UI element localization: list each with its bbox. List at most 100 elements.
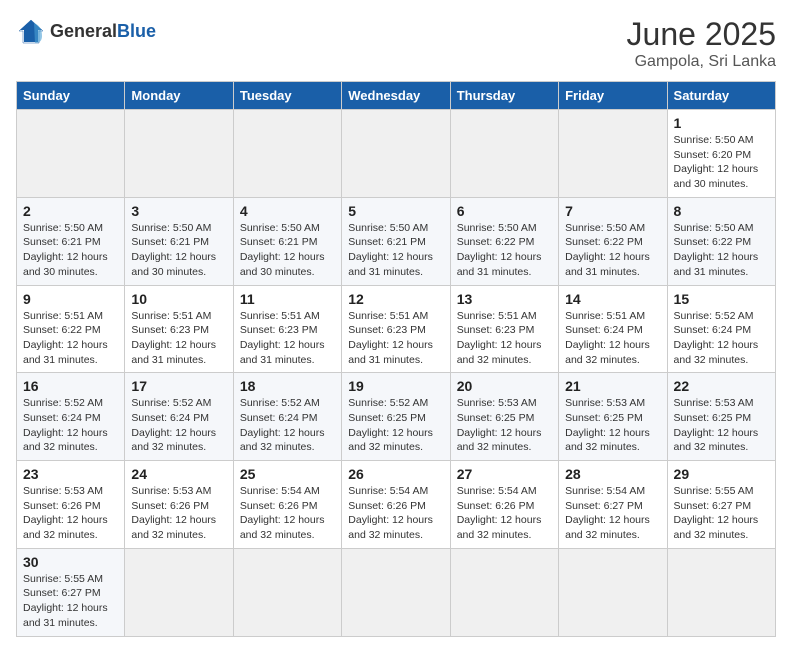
day-header-monday: Monday [125,82,233,110]
calendar-cell: 13 Sunrise: 5:51 AMSunset: 6:23 PMDayligh… [450,285,558,373]
calendar-cell: 4Sunrise: 5:50 AMSunset: 6:21 PMDaylight… [233,197,341,285]
calendar-cell [667,548,775,636]
day-info: Sunrise: 5:53 AMSunset: 6:25 PMDaylight:… [457,396,552,455]
day-info: Sunrise: 5:54 AMSunset: 6:27 PMDaylight:… [565,484,660,543]
logo-blue: Blue [117,21,156,41]
day-info: Sunrise: 5:54 AMSunset: 6:26 PMDaylight:… [348,484,443,543]
day-info: Sunrise: 5:53 AMSunset: 6:26 PMDaylight:… [23,484,118,543]
calendar-cell: 12 Sunrise: 5:51 AMSunset: 6:23 PMDayligh… [342,285,450,373]
day-number: 25 [240,466,335,482]
day-number: 19 [348,378,443,394]
day-header-friday: Friday [559,82,667,110]
calendar-cell [233,110,341,198]
day-number: 15 [674,291,769,307]
day-header-sunday: Sunday [17,82,125,110]
calendar-cell [125,110,233,198]
day-number: 18 [240,378,335,394]
calendar-cell: 9 Sunrise: 5:51 AMSunset: 6:22 PMDaylight… [17,285,125,373]
calendar-cell [342,548,450,636]
day-number: 12 [348,291,443,307]
calendar-cell: 19Sunrise: 5:52 AMSunset: 6:25 PMDayligh… [342,373,450,461]
day-header-saturday: Saturday [667,82,775,110]
calendar-week-row: 2 Sunrise: 5:50 AMSunset: 6:21 PMDaylight… [17,197,776,285]
calendar-cell: 23 Sunrise: 5:53 AMSunset: 6:26 PMDayligh… [17,461,125,549]
calendar-cell: 15 Sunrise: 5:52 AMSunset: 6:24 PMDayligh… [667,285,775,373]
calendar-cell [559,110,667,198]
page-header: GeneralBlue June 2025 Gampola, Sri Lanka [16,16,776,71]
day-number: 20 [457,378,552,394]
day-info: Sunrise: 5:50 AMSunset: 6:22 PMDaylight:… [565,221,660,280]
day-info: Sunrise: 5:54 AMSunset: 6:26 PMDaylight:… [457,484,552,543]
calendar-cell: 7 Sunrise: 5:50 AMSunset: 6:22 PMDaylight… [559,197,667,285]
calendar-cell [125,548,233,636]
day-number: 28 [565,466,660,482]
day-info: Sunrise: 5:52 AMSunset: 6:24 PMDaylight:… [240,396,335,455]
title-area: June 2025 Gampola, Sri Lanka [627,16,776,71]
day-number: 3 [131,203,226,219]
calendar-cell: 26 Sunrise: 5:54 AMSunset: 6:26 PMDayligh… [342,461,450,549]
calendar-cell: 8 Sunrise: 5:50 AMSunset: 6:22 PMDaylight… [667,197,775,285]
day-number: 21 [565,378,660,394]
calendar-week-row: 16Sunrise: 5:52 AMSunset: 6:24 PMDayligh… [17,373,776,461]
day-info: Sunrise: 5:53 AMSunset: 6:26 PMDaylight:… [131,484,226,543]
calendar-cell: 14Sunrise: 5:51 AMSunset: 6:24 PMDayligh… [559,285,667,373]
day-info: Sunrise: 5:50 AMSunset: 6:21 PMDaylight:… [131,221,226,280]
day-info: Sunrise: 5:52 AMSunset: 6:24 PMDaylight:… [23,396,118,455]
day-info: Sunrise: 5:53 AMSunset: 6:25 PMDaylight:… [674,396,769,455]
day-info: Sunrise: 5:51 AMSunset: 6:23 PMDaylight:… [457,309,552,368]
calendar-cell: 30 Sunrise: 5:55 AMSunset: 6:27 PMDayligh… [17,548,125,636]
calendar-week-row: 1 Sunrise: 5:50 AMSunset: 6:20 PMDaylight… [17,110,776,198]
calendar-cell: 2 Sunrise: 5:50 AMSunset: 6:21 PMDaylight… [17,197,125,285]
day-info: Sunrise: 5:52 AMSunset: 6:24 PMDaylight:… [674,309,769,368]
day-info: Sunrise: 5:50 AMSunset: 6:22 PMDaylight:… [674,221,769,280]
calendar-cell: 3 Sunrise: 5:50 AMSunset: 6:21 PMDaylight… [125,197,233,285]
calendar-cell [559,548,667,636]
calendar-cell: 16Sunrise: 5:52 AMSunset: 6:24 PMDayligh… [17,373,125,461]
day-number: 29 [674,466,769,482]
calendar-cell: 17Sunrise: 5:52 AMSunset: 6:24 PMDayligh… [125,373,233,461]
calendar-cell: 6 Sunrise: 5:50 AMSunset: 6:22 PMDaylight… [450,197,558,285]
day-info: Sunrise: 5:51 AMSunset: 6:22 PMDaylight:… [23,309,118,368]
day-number: 13 [457,291,552,307]
day-info: Sunrise: 5:54 AMSunset: 6:26 PMDaylight:… [240,484,335,543]
day-number: 5 [348,203,443,219]
logo-general: General [50,21,117,41]
day-number: 6 [457,203,552,219]
logo-wordmark: GeneralBlue [50,21,156,42]
day-number: 14 [565,291,660,307]
day-number: 26 [348,466,443,482]
day-number: 9 [23,291,118,307]
day-number: 2 [23,203,118,219]
calendar-cell: 18 Sunrise: 5:52 AMSunset: 6:24 PMDayligh… [233,373,341,461]
day-number: 30 [23,554,118,570]
calendar-cell [342,110,450,198]
calendar-cell: 29 Sunrise: 5:55 AMSunset: 6:27 PMDayligh… [667,461,775,549]
day-header-wednesday: Wednesday [342,82,450,110]
calendar-table: SundayMondayTuesdayWednesdayThursdayFrid… [16,81,776,637]
calendar-cell: 1 Sunrise: 5:50 AMSunset: 6:20 PMDaylight… [667,110,775,198]
day-number: 7 [565,203,660,219]
day-info: Sunrise: 5:53 AMSunset: 6:25 PMDaylight:… [565,396,660,455]
day-number: 27 [457,466,552,482]
calendar-cell: 27 Sunrise: 5:54 AMSunset: 6:26 PMDayligh… [450,461,558,549]
calendar-cell: 24Sunrise: 5:53 AMSunset: 6:26 PMDayligh… [125,461,233,549]
calendar-cell: 5Sunrise: 5:50 AMSunset: 6:21 PMDaylight… [342,197,450,285]
calendar-cell: 22 Sunrise: 5:53 AMSunset: 6:25 PMDayligh… [667,373,775,461]
calendar-week-row: 30 Sunrise: 5:55 AMSunset: 6:27 PMDayligh… [17,548,776,636]
calendar-cell: 25 Sunrise: 5:54 AMSunset: 6:26 PMDayligh… [233,461,341,549]
day-header-tuesday: Tuesday [233,82,341,110]
calendar-cell [17,110,125,198]
day-info: Sunrise: 5:55 AMSunset: 6:27 PMDaylight:… [674,484,769,543]
day-info: Sunrise: 5:50 AMSunset: 6:21 PMDaylight:… [23,221,118,280]
day-number: 8 [674,203,769,219]
day-number: 23 [23,466,118,482]
day-number: 1 [674,115,769,131]
day-info: Sunrise: 5:50 AMSunset: 6:22 PMDaylight:… [457,221,552,280]
calendar-header-row: SundayMondayTuesdayWednesdayThursdayFrid… [17,82,776,110]
day-info: Sunrise: 5:51 AMSunset: 6:23 PMDaylight:… [348,309,443,368]
calendar-cell: 21 Sunrise: 5:53 AMSunset: 6:25 PMDayligh… [559,373,667,461]
day-info: Sunrise: 5:50 AMSunset: 6:20 PMDaylight:… [674,133,769,192]
day-info: Sunrise: 5:55 AMSunset: 6:27 PMDaylight:… [23,572,118,631]
day-number: 22 [674,378,769,394]
logo: GeneralBlue [16,16,156,46]
